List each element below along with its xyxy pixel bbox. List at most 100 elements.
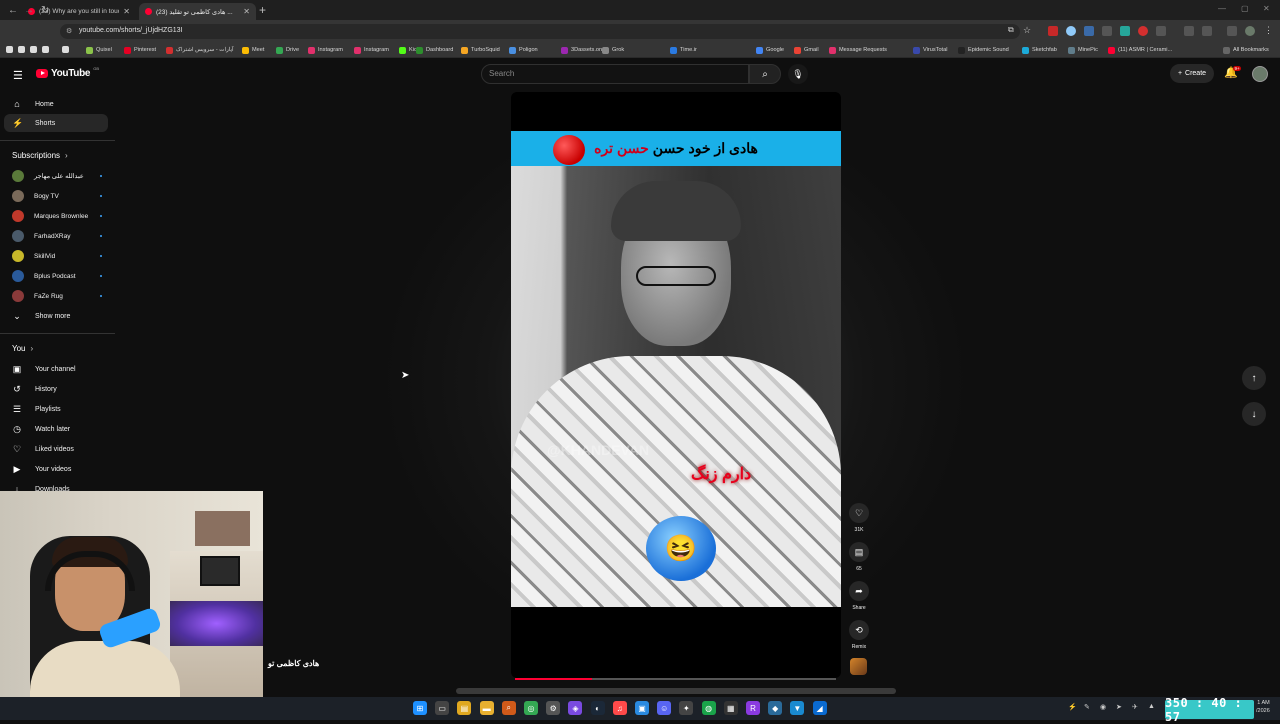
subscription-item[interactable]: Marques Brownlee bbox=[4, 207, 108, 225]
app-icon[interactable]: ♫ bbox=[612, 701, 627, 715]
maximize-icon[interactable]: ▢ bbox=[1241, 4, 1249, 13]
bookmark-item[interactable]: Epidemic Sound bbox=[958, 45, 1014, 55]
share-button[interactable]: ➦ bbox=[849, 581, 869, 601]
video-frame[interactable]: @KHANDEVAN دارم زنگ 😆 bbox=[511, 166, 841, 607]
tray-icon[interactable]: ▲ bbox=[1148, 703, 1155, 710]
subscription-item[interactable]: Bplus Podcast bbox=[4, 267, 108, 285]
forward-icon[interactable]: → bbox=[24, 5, 34, 16]
task-view-icon[interactable]: ▭ bbox=[435, 701, 450, 715]
extensions-puzzle-icon[interactable] bbox=[1156, 26, 1166, 36]
previous-short-button[interactable]: ↑ bbox=[1242, 366, 1266, 390]
extension-icon[interactable] bbox=[1084, 26, 1094, 36]
extension-icon[interactable] bbox=[1048, 26, 1058, 36]
you-heading[interactable]: You › bbox=[12, 344, 33, 353]
app-icon[interactable]: ✦ bbox=[679, 701, 694, 715]
browser-tab-2[interactable]: (23) هادی کاظمی تو تقلید ... ✕ bbox=[139, 3, 256, 20]
bookmark-item[interactable]: 3Dassets.one bbox=[561, 45, 605, 55]
app-icon[interactable]: ◢ bbox=[812, 701, 827, 715]
bookmark-app-icon[interactable] bbox=[18, 46, 25, 53]
windows-start-icon[interactable]: ⊞ bbox=[413, 701, 427, 715]
extension-icon[interactable] bbox=[1184, 26, 1194, 36]
search-app-icon[interactable]: ⌕ bbox=[501, 701, 516, 715]
sidebar-item-watch-later[interactable]: ◷ Watch later bbox=[4, 420, 108, 438]
app-icon[interactable]: ▦ bbox=[723, 701, 738, 715]
create-button[interactable]: + Create bbox=[1170, 64, 1214, 83]
extension-icon[interactable] bbox=[1227, 26, 1237, 36]
bookmark-item[interactable]: Time.ir bbox=[670, 45, 740, 55]
bookmark-app-icon[interactable] bbox=[42, 46, 49, 53]
comments-button[interactable]: ▤ bbox=[849, 542, 869, 562]
extension-icon[interactable] bbox=[1102, 26, 1112, 36]
app-icon[interactable]: ▼ bbox=[790, 701, 805, 715]
subscription-item[interactable]: عبدالله علی مهاجر bbox=[4, 167, 108, 185]
bookmark-item[interactable]: Drive bbox=[276, 45, 304, 55]
minimize-icon[interactable]: — bbox=[1218, 4, 1226, 13]
search-input[interactable] bbox=[481, 64, 749, 84]
bookmark-item[interactable]: آپارات - سرویس اشتراک bbox=[166, 45, 238, 55]
bookmark-item[interactable]: Google bbox=[756, 45, 790, 55]
youtube-logo[interactable]: YouTube GB bbox=[36, 66, 99, 79]
browser-menu-icon[interactable]: ⋮ bbox=[1264, 25, 1273, 36]
share-action[interactable]: ➦ Share bbox=[848, 581, 870, 611]
subscription-item[interactable]: SkillVid bbox=[4, 247, 108, 265]
extension-icon[interactable] bbox=[1138, 26, 1148, 36]
account-avatar[interactable] bbox=[1252, 66, 1268, 82]
steam-icon[interactable]: ◐ bbox=[590, 701, 605, 715]
sidebar-item-history[interactable]: ↺ History bbox=[4, 380, 108, 398]
bookmark-star-icon[interactable]: ☆ bbox=[1023, 25, 1031, 36]
bookmark-item[interactable]: Poligon bbox=[509, 45, 555, 55]
app-icon[interactable]: ◆ bbox=[768, 701, 783, 715]
folder-icon[interactable]: ▬ bbox=[479, 701, 494, 715]
search-button[interactable]: ⌕ bbox=[749, 64, 781, 84]
bookmark-app-icon[interactable] bbox=[30, 46, 37, 53]
file-explorer-icon[interactable]: ▤ bbox=[457, 701, 472, 715]
bookmark-item[interactable]: Message Requests bbox=[829, 45, 909, 55]
bookmark-item[interactable]: VirusTotal bbox=[913, 45, 953, 55]
install-app-icon[interactable]: ⧉ bbox=[1008, 25, 1014, 35]
bookmark-item[interactable]: Sketchfab bbox=[1022, 45, 1064, 55]
subscription-item[interactable]: FaZe Rug bbox=[4, 287, 108, 305]
bookmark-item[interactable]: TurboSquid bbox=[461, 45, 503, 55]
bookmark-item[interactable]: Grok bbox=[602, 45, 624, 55]
close-window-icon[interactable]: ✕ bbox=[1263, 4, 1270, 13]
subscription-item[interactable]: Bogy TV bbox=[4, 187, 108, 205]
url-text[interactable]: youtube.com/shorts/_jUjdHZG13I bbox=[79, 27, 183, 34]
sidebar-item-playlists[interactable]: ☰ Playlists bbox=[4, 400, 108, 418]
tray-icon[interactable]: ◉ bbox=[1100, 703, 1106, 711]
bookmark-item[interactable]: Quixel bbox=[86, 45, 118, 55]
bookmark-item[interactable]: Instagram bbox=[308, 45, 348, 55]
like-button[interactable]: ♡ bbox=[849, 503, 869, 523]
tray-icon[interactable]: ✎ bbox=[1084, 703, 1090, 711]
sidebar-item-your-channel[interactable]: ▣ Your channel bbox=[4, 360, 108, 378]
sidebar-item-liked-videos[interactable]: ♡ Liked videos bbox=[4, 440, 108, 458]
voice-search-button[interactable]: 🎙 bbox=[788, 64, 808, 84]
close-tab-icon[interactable]: ✕ bbox=[123, 7, 130, 16]
comments-action[interactable]: ▤ 65 bbox=[848, 542, 870, 572]
page-scrollbar[interactable] bbox=[456, 688, 896, 694]
browser-tab-1[interactable]: (23) Why are you still in touch... ✕ bbox=[22, 3, 136, 20]
bookmark-item[interactable]: (11) ASMR | Cerami... bbox=[1108, 45, 1216, 55]
discord-icon[interactable]: ☺ bbox=[657, 701, 672, 715]
system-clock[interactable]: 1 AM /2026 bbox=[1256, 699, 1270, 715]
app-icon[interactable]: ▣ bbox=[635, 701, 649, 715]
site-info-icon[interactable]: ⚙ bbox=[66, 27, 72, 35]
sidebar-item-your-videos[interactable]: ▶ Your videos bbox=[4, 460, 108, 478]
bookmark-app-icon[interactable] bbox=[6, 46, 13, 53]
remix-action[interactable]: ⟲ Remix bbox=[848, 620, 870, 650]
app-icon[interactable]: ◈ bbox=[568, 701, 583, 715]
back-icon[interactable]: ← bbox=[8, 5, 18, 16]
remix-button[interactable]: ⟲ bbox=[849, 620, 869, 640]
sound-thumbnail[interactable] bbox=[850, 658, 867, 675]
profile-avatar-icon[interactable] bbox=[1245, 26, 1255, 36]
extension-icon[interactable] bbox=[1202, 26, 1212, 36]
settings-app-icon[interactable]: ⚙ bbox=[546, 701, 561, 715]
subscriptions-heading[interactable]: Subscriptions › bbox=[12, 151, 68, 160]
chrome-icon[interactable]: ◎ bbox=[524, 701, 538, 715]
bookmark-item[interactable]: Pinterest bbox=[124, 45, 162, 55]
bookmark-item[interactable]: MinePic bbox=[1068, 45, 1104, 55]
app-icon[interactable]: R bbox=[746, 701, 760, 715]
bookmark-item[interactable]: Kick bbox=[399, 45, 420, 55]
bookmark-item[interactable]: Gmail bbox=[794, 45, 824, 55]
show-more-button[interactable]: ⌄ Show more bbox=[4, 307, 108, 325]
extension-icon[interactable] bbox=[1120, 26, 1130, 36]
